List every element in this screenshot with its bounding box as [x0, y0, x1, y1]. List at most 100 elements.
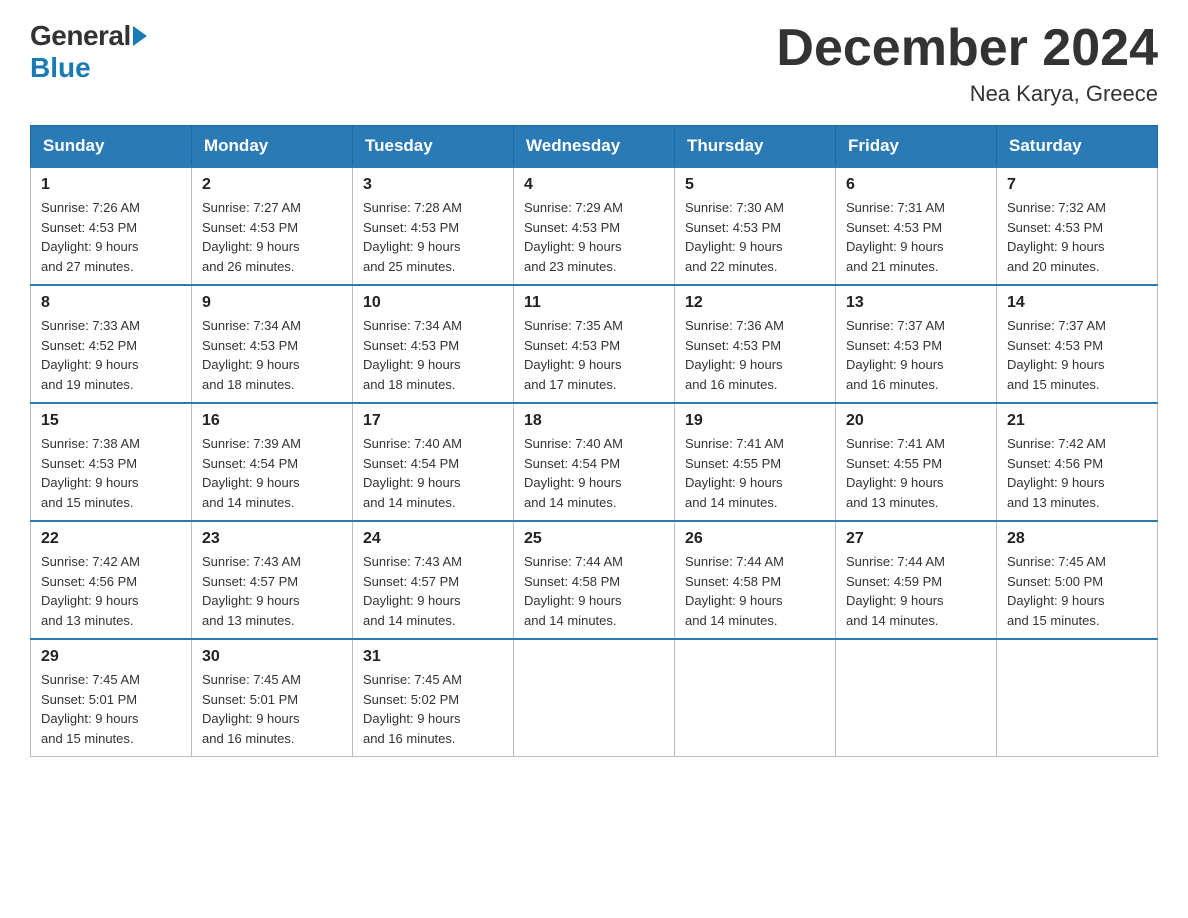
calendar-day-24: 24 Sunrise: 7:43 AMSunset: 4:57 PMDayligh…: [353, 521, 514, 639]
day-info: Sunrise: 7:43 AMSunset: 4:57 PMDaylight:…: [363, 552, 503, 630]
day-number: 4: [524, 176, 664, 194]
day-info: Sunrise: 7:32 AMSunset: 4:53 PMDaylight:…: [1007, 198, 1147, 276]
day-number: 7: [1007, 176, 1147, 194]
day-number: 27: [846, 530, 986, 548]
day-number: 6: [846, 176, 986, 194]
calendar-table: SundayMondayTuesdayWednesdayThursdayFrid…: [30, 125, 1158, 757]
weekday-header-wednesday: Wednesday: [514, 126, 675, 168]
day-number: 12: [685, 294, 825, 312]
day-number: 24: [363, 530, 503, 548]
weekday-header-monday: Monday: [192, 126, 353, 168]
day-info: Sunrise: 7:31 AMSunset: 4:53 PMDaylight:…: [846, 198, 986, 276]
day-info: Sunrise: 7:45 AMSunset: 5:00 PMDaylight:…: [1007, 552, 1147, 630]
day-info: Sunrise: 7:30 AMSunset: 4:53 PMDaylight:…: [685, 198, 825, 276]
calendar-day-13: 13Sunrise: 7:37 AMSunset: 4:53 PMDayligh…: [836, 285, 997, 403]
calendar-day-27: 27 Sunrise: 7:44 AMSunset: 4:59 PMDayligh…: [836, 521, 997, 639]
week-row-1: 1 Sunrise: 7:26 AMSunset: 4:53 PMDaylight…: [31, 167, 1158, 285]
day-number: 13: [846, 294, 986, 312]
calendar-day-5: 5 Sunrise: 7:30 AMSunset: 4:53 PMDaylight…: [675, 167, 836, 285]
calendar-day-31: 31Sunrise: 7:45 AMSunset: 5:02 PMDayligh…: [353, 639, 514, 757]
calendar-day-19: 19 Sunrise: 7:41 AMSunset: 4:55 PMDayligh…: [675, 403, 836, 521]
day-number: 17: [363, 412, 503, 430]
day-number: 25: [524, 530, 664, 548]
day-info: Sunrise: 7:29 AMSunset: 4:53 PMDaylight:…: [524, 198, 664, 276]
calendar-day-21: 21 Sunrise: 7:42 AMSunset: 4:56 PMDayligh…: [997, 403, 1158, 521]
calendar-day-10: 10Sunrise: 7:34 AMSunset: 4:53 PMDayligh…: [353, 285, 514, 403]
calendar-day-28: 28 Sunrise: 7:45 AMSunset: 5:00 PMDayligh…: [997, 521, 1158, 639]
calendar-day-11: 11 Sunrise: 7:35 AMSunset: 4:53 PMDayligh…: [514, 285, 675, 403]
weekday-header-sunday: Sunday: [31, 126, 192, 168]
day-number: 21: [1007, 412, 1147, 430]
page-header: General Blue December 2024 Nea Karya, Gr…: [30, 20, 1158, 107]
day-number: 9: [202, 294, 342, 312]
calendar-day-1: 1 Sunrise: 7:26 AMSunset: 4:53 PMDaylight…: [31, 167, 192, 285]
week-row-2: 8 Sunrise: 7:33 AMSunset: 4:52 PMDaylight…: [31, 285, 1158, 403]
logo-triangle-icon: [133, 26, 147, 46]
week-row-5: 29Sunrise: 7:45 AMSunset: 5:01 PMDayligh…: [31, 639, 1158, 757]
day-info: Sunrise: 7:28 AMSunset: 4:53 PMDaylight:…: [363, 198, 503, 276]
day-info: Sunrise: 7:41 AMSunset: 4:55 PMDaylight:…: [846, 434, 986, 512]
day-number: 5: [685, 176, 825, 194]
calendar-day-7: 7 Sunrise: 7:32 AMSunset: 4:53 PMDaylight…: [997, 167, 1158, 285]
day-info: Sunrise: 7:27 AMSunset: 4:53 PMDaylight:…: [202, 198, 342, 276]
day-info: Sunrise: 7:41 AMSunset: 4:55 PMDaylight:…: [685, 434, 825, 512]
day-info: Sunrise: 7:40 AMSunset: 4:54 PMDaylight:…: [524, 434, 664, 512]
calendar-day-empty: [514, 639, 675, 757]
day-number: 15: [41, 412, 181, 430]
calendar-day-6: 6 Sunrise: 7:31 AMSunset: 4:53 PMDaylight…: [836, 167, 997, 285]
day-number: 14: [1007, 294, 1147, 312]
day-info: Sunrise: 7:44 AMSunset: 4:58 PMDaylight:…: [685, 552, 825, 630]
calendar-day-empty: [997, 639, 1158, 757]
weekday-header-tuesday: Tuesday: [353, 126, 514, 168]
day-number: 11: [524, 294, 664, 312]
day-number: 8: [41, 294, 181, 312]
calendar-day-25: 25Sunrise: 7:44 AMSunset: 4:58 PMDayligh…: [514, 521, 675, 639]
title-block: December 2024 Nea Karya, Greece: [776, 20, 1158, 107]
logo: General Blue: [30, 20, 149, 84]
calendar-day-26: 26 Sunrise: 7:44 AMSunset: 4:58 PMDayligh…: [675, 521, 836, 639]
day-number: 16: [202, 412, 342, 430]
day-number: 26: [685, 530, 825, 548]
calendar-day-2: 2Sunrise: 7:27 AMSunset: 4:53 PMDaylight…: [192, 167, 353, 285]
day-info: Sunrise: 7:44 AMSunset: 4:59 PMDaylight:…: [846, 552, 986, 630]
calendar-day-12: 12 Sunrise: 7:36 AMSunset: 4:53 PMDayligh…: [675, 285, 836, 403]
day-info: Sunrise: 7:39 AMSunset: 4:54 PMDaylight:…: [202, 434, 342, 512]
day-number: 29: [41, 648, 181, 666]
calendar-day-30: 30Sunrise: 7:45 AMSunset: 5:01 PMDayligh…: [192, 639, 353, 757]
calendar-day-17: 17Sunrise: 7:40 AMSunset: 4:54 PMDayligh…: [353, 403, 514, 521]
calendar-day-empty: [836, 639, 997, 757]
calendar-day-empty: [675, 639, 836, 757]
weekday-header-saturday: Saturday: [997, 126, 1158, 168]
calendar-day-8: 8 Sunrise: 7:33 AMSunset: 4:52 PMDaylight…: [31, 285, 192, 403]
day-info: Sunrise: 7:36 AMSunset: 4:53 PMDaylight:…: [685, 316, 825, 394]
calendar-day-9: 9Sunrise: 7:34 AMSunset: 4:53 PMDaylight…: [192, 285, 353, 403]
day-info: Sunrise: 7:35 AMSunset: 4:53 PMDaylight:…: [524, 316, 664, 394]
calendar-day-4: 4 Sunrise: 7:29 AMSunset: 4:53 PMDaylight…: [514, 167, 675, 285]
day-info: Sunrise: 7:45 AMSunset: 5:02 PMDaylight:…: [363, 670, 503, 748]
calendar-day-14: 14Sunrise: 7:37 AMSunset: 4:53 PMDayligh…: [997, 285, 1158, 403]
day-info: Sunrise: 7:33 AMSunset: 4:52 PMDaylight:…: [41, 316, 181, 394]
calendar-day-3: 3Sunrise: 7:28 AMSunset: 4:53 PMDaylight…: [353, 167, 514, 285]
day-number: 1: [41, 176, 181, 194]
calendar-day-15: 15 Sunrise: 7:38 AMSunset: 4:53 PMDayligh…: [31, 403, 192, 521]
day-number: 28: [1007, 530, 1147, 548]
logo-blue-text: Blue: [30, 52, 91, 84]
day-info: Sunrise: 7:42 AMSunset: 4:56 PMDaylight:…: [1007, 434, 1147, 512]
day-number: 18: [524, 412, 664, 430]
calendar-day-29: 29Sunrise: 7:45 AMSunset: 5:01 PMDayligh…: [31, 639, 192, 757]
calendar-day-18: 18 Sunrise: 7:40 AMSunset: 4:54 PMDayligh…: [514, 403, 675, 521]
day-number: 30: [202, 648, 342, 666]
day-info: Sunrise: 7:42 AMSunset: 4:56 PMDaylight:…: [41, 552, 181, 630]
weekday-header-row: SundayMondayTuesdayWednesdayThursdayFrid…: [31, 126, 1158, 168]
day-number: 20: [846, 412, 986, 430]
day-number: 19: [685, 412, 825, 430]
page-title: December 2024: [776, 20, 1158, 77]
page-subtitle: Nea Karya, Greece: [776, 81, 1158, 107]
week-row-4: 22Sunrise: 7:42 AMSunset: 4:56 PMDayligh…: [31, 521, 1158, 639]
calendar-day-20: 20 Sunrise: 7:41 AMSunset: 4:55 PMDayligh…: [836, 403, 997, 521]
day-number: 23: [202, 530, 342, 548]
day-info: Sunrise: 7:26 AMSunset: 4:53 PMDaylight:…: [41, 198, 181, 276]
day-info: Sunrise: 7:38 AMSunset: 4:53 PMDaylight:…: [41, 434, 181, 512]
weekday-header-friday: Friday: [836, 126, 997, 168]
day-info: Sunrise: 7:43 AMSunset: 4:57 PMDaylight:…: [202, 552, 342, 630]
